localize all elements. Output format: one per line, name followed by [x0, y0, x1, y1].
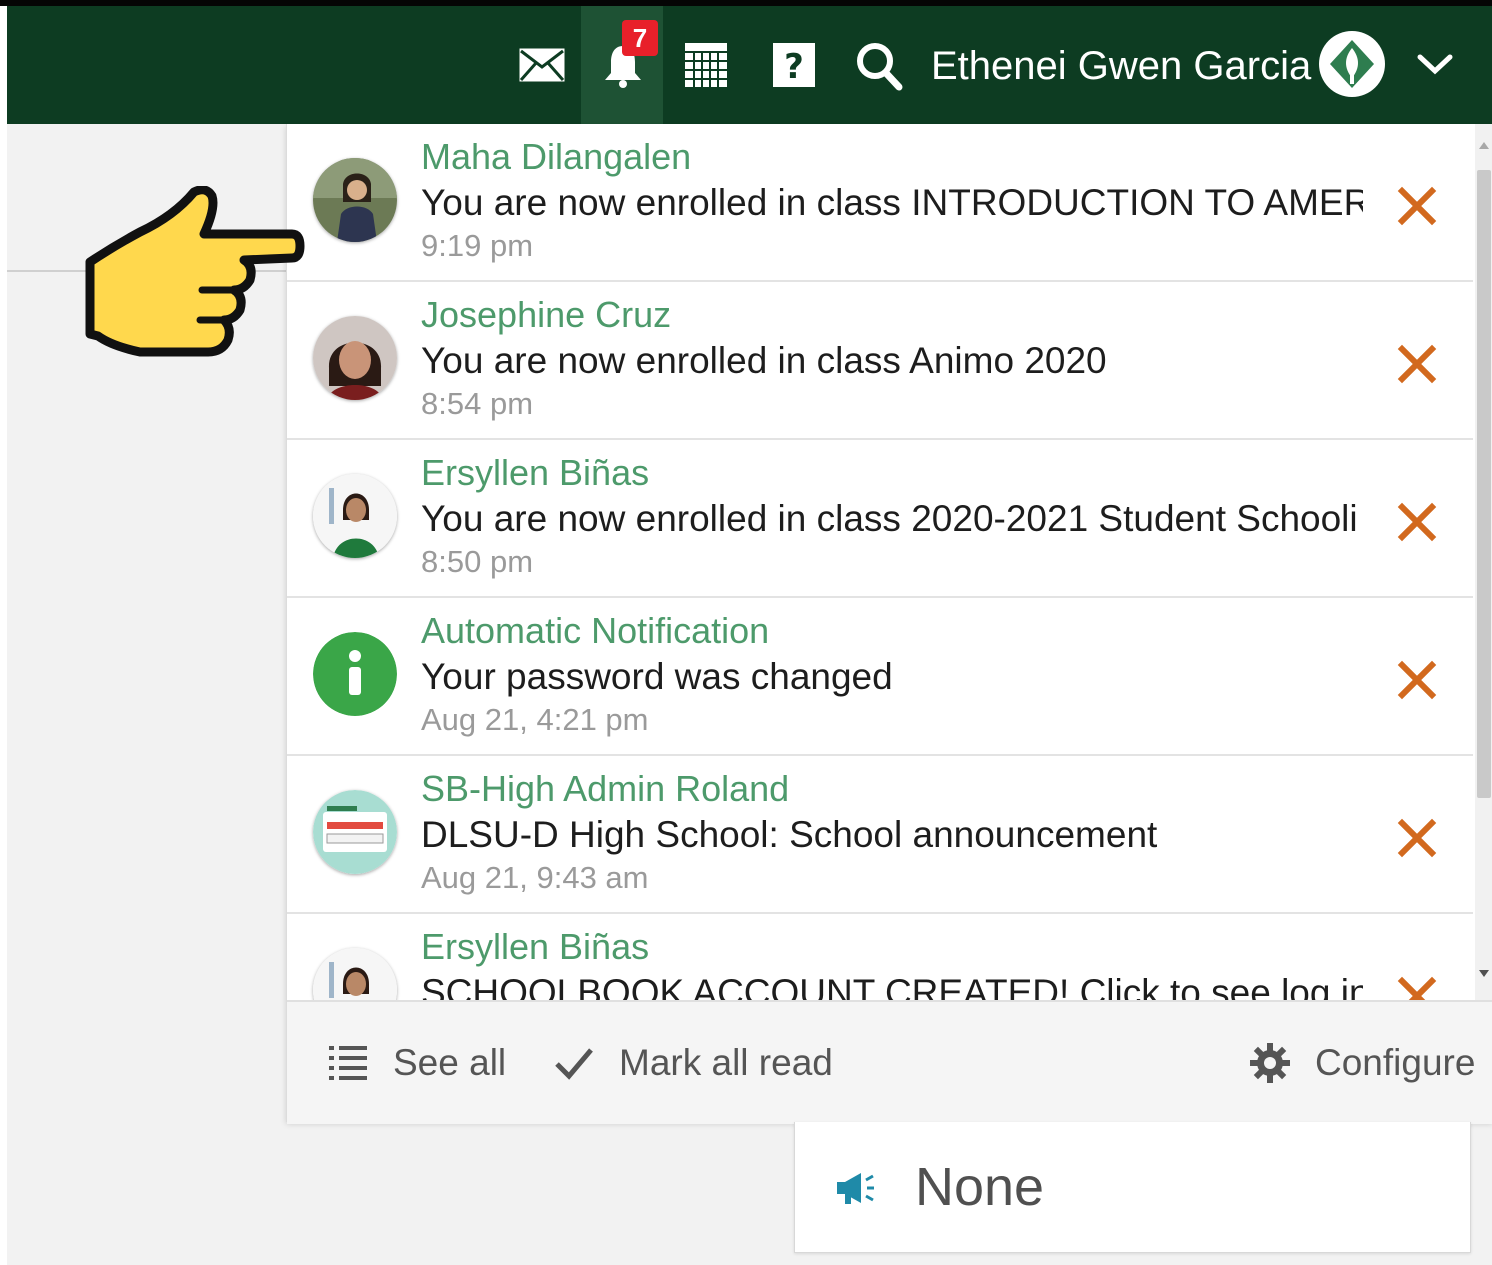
sender-avatar [313, 158, 397, 242]
svg-text:?: ? [784, 47, 804, 87]
sender-avatar [313, 474, 397, 558]
notification-item[interactable]: SB-High Admin Roland DLSU-D High School:… [287, 756, 1473, 914]
scrollbar-thumb[interactable] [1477, 170, 1491, 798]
mark-all-read-button[interactable]: Mark all read [553, 1002, 833, 1124]
notification-time: Aug 21, 9:43 am [421, 860, 649, 895]
close-icon[interactable] [1397, 502, 1437, 542]
configure-button[interactable]: Configure [1249, 1002, 1475, 1124]
notification-sender: Automatic Notification [421, 610, 770, 651]
sender-avatar [313, 948, 397, 1000]
help-icon[interactable]: ? [771, 40, 817, 90]
notification-sender: SB-High Admin Roland [421, 768, 790, 809]
notification-time: Aug 21, 4:21 pm [421, 702, 649, 737]
close-icon[interactable] [1397, 818, 1437, 858]
announcement-text: None [915, 1157, 1045, 1217]
user-name[interactable]: Ethenei Gwen Garcia [931, 36, 1311, 96]
notification-sender: Ersyllen Biñas [421, 452, 650, 493]
notification-sender: Maha Dilangalen [421, 136, 692, 177]
dropdown-footer: See all Mark all read Configure [287, 1000, 1492, 1124]
sender-avatar [313, 316, 397, 400]
close-icon[interactable] [1397, 976, 1437, 1000]
gear-icon [1249, 1042, 1291, 1084]
close-icon[interactable] [1397, 344, 1437, 384]
scroll-down-arrow[interactable] [1479, 970, 1489, 977]
see-all-label: See all [393, 1042, 507, 1083]
notification-item[interactable]: Maha Dilangalen You are now enrolled in … [287, 124, 1473, 282]
configure-label: Configure [1315, 1042, 1476, 1083]
calendar-icon[interactable] [683, 40, 729, 90]
notification-message: SCHOOLBOOK ACCOUNT CREATED! Click to see… [421, 972, 1363, 1000]
notification-sender: Josephine Cruz [421, 294, 672, 335]
notification-time: 8:50 pm [421, 544, 534, 579]
notification-time: 8:54 pm [421, 386, 534, 421]
notification-sender: Ersyllen Biñas [421, 926, 650, 967]
scroll-up-arrow[interactable] [1479, 142, 1489, 149]
avatar[interactable] [1319, 31, 1385, 97]
notification-message: Your password was changed [421, 656, 893, 697]
notification-item[interactable]: Automatic Notification Your password was… [287, 598, 1473, 756]
notification-message: You are now enrolled in class Animo 2020 [421, 340, 1107, 381]
notification-message: DLSU-D High School: School announcement [421, 814, 1158, 855]
notification-item[interactable]: Ersyllen Biñas SCHOOLBOOK ACCOUNT CREATE… [287, 914, 1473, 1000]
mail-icon[interactable] [516, 42, 568, 88]
announcements-card: None [794, 1122, 1471, 1253]
scrollbar[interactable] [1475, 124, 1492, 1000]
notification-time: 9:19 pm [421, 228, 534, 263]
notification-item[interactable]: Josephine Cruz You are now enrolled in c… [287, 282, 1473, 440]
notification-item[interactable]: Ersyllen Biñas You are now enrolled in c… [287, 440, 1473, 598]
megaphone-icon [833, 1170, 875, 1211]
list-icon [327, 1042, 369, 1084]
chevron-down-icon[interactable] [1414, 48, 1456, 80]
close-icon[interactable] [1397, 186, 1437, 226]
notification-message: You are now enrolled in class INTRODUCTI… [421, 182, 1363, 223]
notification-message: You are now enrolled in class 2020-2021 … [421, 498, 1358, 539]
sender-avatar [313, 790, 397, 874]
pointing-hand-icon [84, 185, 308, 362]
notification-list: Maha Dilangalen You are now enrolled in … [287, 124, 1473, 1000]
search-icon[interactable] [854, 40, 904, 92]
see-all-button[interactable]: See all [327, 1002, 506, 1124]
info-icon [313, 632, 397, 716]
notifications-dropdown: Maha Dilangalen You are now enrolled in … [286, 124, 1492, 1124]
mark-all-read-label: Mark all read [619, 1042, 833, 1083]
notification-count-badge: 7 [622, 20, 658, 56]
close-icon[interactable] [1397, 660, 1437, 700]
checkmark-icon [553, 1042, 595, 1084]
